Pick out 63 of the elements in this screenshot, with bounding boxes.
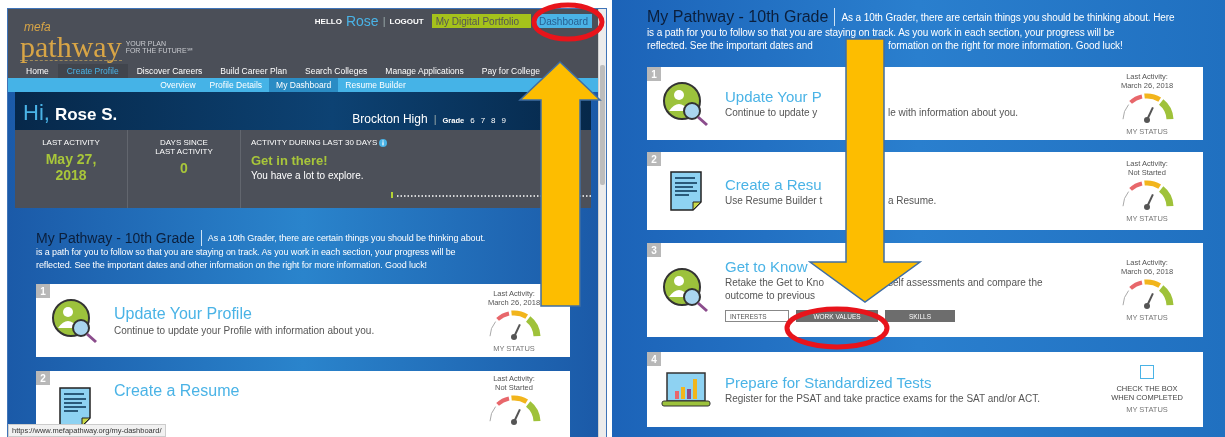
step-number: 4 bbox=[647, 352, 661, 366]
pathway-title: My Pathway - 10th Grade bbox=[647, 8, 836, 26]
document-icon bbox=[59, 387, 91, 427]
step-description: outcome to previous bbox=[725, 289, 817, 302]
step-description: Use Resume Builder t bbox=[725, 193, 824, 207]
activity-label: ACTIVITY DURING LAST 30 DAYS bbox=[251, 138, 378, 147]
pathway-intro: reflected. See the important dates and bbox=[647, 39, 814, 52]
greeting-hi: Hi, bbox=[23, 100, 50, 126]
grade-option[interactable]: 7 bbox=[480, 116, 486, 125]
stat-value: 0 bbox=[179, 160, 189, 176]
logo-brand: mefa bbox=[23, 21, 52, 33]
stat-value: May 27, 2018 bbox=[44, 151, 98, 183]
grade-option[interactable]: 9 bbox=[501, 116, 506, 125]
dashboard-button[interactable]: Dashboard bbox=[535, 14, 592, 28]
profile-search-icon bbox=[662, 267, 710, 313]
pathway-intro: reflected. See the important dates and other information on the right for more information. Good luck! bbox=[36, 259, 429, 272]
pathway-intro: As a 10th Grader, there are certain things you should be thinking about. bbox=[206, 231, 486, 245]
separator: | bbox=[382, 15, 386, 27]
grade-option[interactable]: 6 bbox=[470, 116, 475, 125]
step-number: 3 bbox=[647, 243, 661, 257]
pathway-intro: is a path for you to follow so that you are staying on track. As you work in each section, your progress will be bbox=[647, 26, 1116, 39]
step-description: Continue to update your Profile with information about you. bbox=[114, 323, 376, 337]
document-icon bbox=[670, 171, 702, 211]
nav-item[interactable]: Discover Careers bbox=[127, 64, 212, 78]
nav-item[interactable]: Search Colleges bbox=[296, 64, 377, 78]
greeting: HELLO bbox=[314, 16, 342, 26]
nav-item[interactable]: Create Profile bbox=[57, 64, 128, 78]
laptop-chart-icon bbox=[661, 370, 711, 409]
nav-item[interactable]: Pay for College bbox=[472, 64, 549, 78]
step-number: 1 bbox=[647, 67, 661, 81]
portfolio-button[interactable]: My Digital Portfolio bbox=[431, 14, 532, 28]
pathway-intro: is a path for you to follow so that you are staying on track. As you work in each section, your progress will be bbox=[36, 246, 457, 259]
pathway-intro: As a 10th Grader, there are certain things you should be thinking about. Here bbox=[840, 10, 1175, 24]
step-description: le with information about you. bbox=[888, 106, 1019, 119]
step-description: Register for the PSAT and take practice exams for the SAT and/or ACT. bbox=[725, 392, 1041, 405]
separator: | bbox=[433, 113, 437, 125]
school-name: Brockton High bbox=[352, 112, 428, 126]
nav-item[interactable]: Home bbox=[17, 64, 58, 78]
profile-search-icon bbox=[662, 80, 710, 127]
nav-item[interactable]: Build Career Plan bbox=[211, 64, 296, 78]
step-description: Continue to update y bbox=[725, 106, 819, 119]
step-description: a Resume. bbox=[888, 193, 937, 207]
pathway-intro: formation on the right for more information. Good luck! bbox=[888, 39, 1123, 52]
activity-headline: Get in there! bbox=[251, 153, 329, 168]
stat-label: LAST ACTIVITY bbox=[41, 138, 101, 147]
scrollbar-thumb[interactable] bbox=[600, 65, 605, 185]
pathway-title: My Pathway - 10th Grade bbox=[36, 230, 202, 246]
user-name: Rose bbox=[345, 13, 379, 29]
step-number: 1 bbox=[36, 284, 50, 298]
student-name: Rose S. bbox=[54, 105, 118, 125]
grade-option[interactable]: 8 bbox=[491, 116, 496, 125]
step-number: 2 bbox=[647, 152, 661, 166]
info-icon[interactable] bbox=[379, 138, 388, 147]
activity-message: You have a lot to explore. bbox=[251, 170, 365, 181]
profile-search-icon bbox=[51, 297, 99, 344]
stat-label: DAYS SINCE LAST ACTIVITY bbox=[154, 138, 214, 156]
step-number: 2 bbox=[36, 371, 50, 385]
completed-checkbox[interactable] bbox=[1140, 365, 1154, 379]
logout-link[interactable]: LOGOUT bbox=[389, 16, 424, 26]
step-description: Retake the Get to Kno bbox=[725, 276, 825, 289]
nav-item[interactable]: Manage Applications bbox=[376, 64, 473, 78]
logo-name[interactable]: pathway bbox=[20, 33, 122, 61]
subnav-item[interactable]: My Dashboard bbox=[269, 78, 339, 92]
